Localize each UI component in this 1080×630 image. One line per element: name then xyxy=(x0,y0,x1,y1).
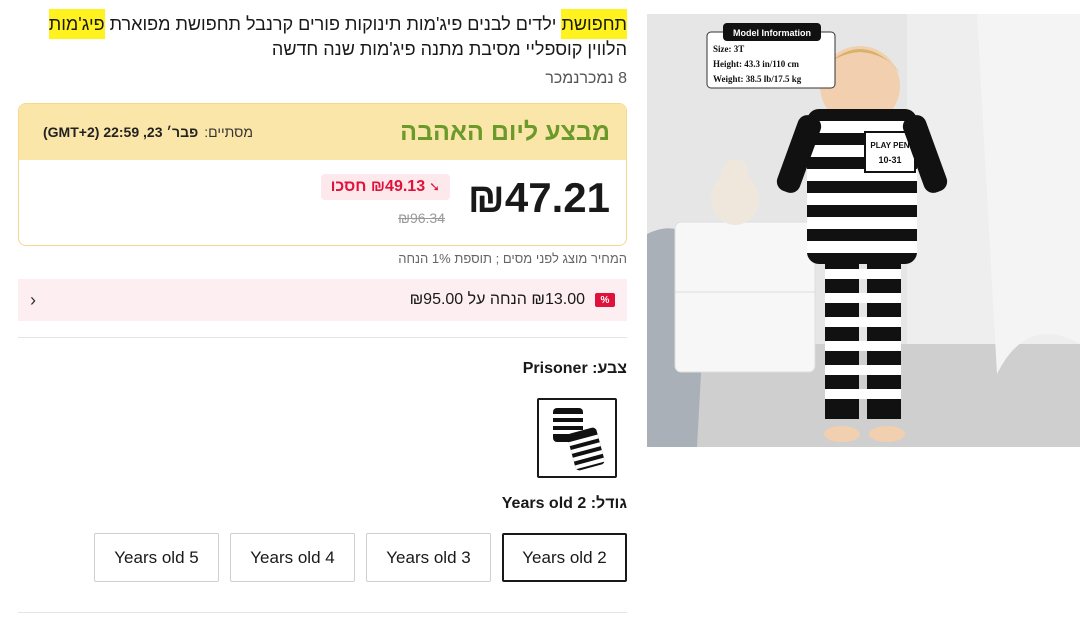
deal-ends-label: מסתיים: xyxy=(204,124,253,140)
shirt-text-line2: 10-31 xyxy=(878,155,901,165)
coupon-row[interactable]: % ₪13.00 הנחה על ₪95.00 ‹ xyxy=(18,279,627,321)
size-option-3[interactable]: Years old 3 xyxy=(366,533,491,582)
deal-price-area: ₪47.21 ➘ ₪49.13 חסכו ₪96.34 xyxy=(19,160,626,245)
chevron-left-icon[interactable]: ‹ xyxy=(30,290,36,311)
savings-text: ₪49.13 חסכו xyxy=(330,178,426,195)
model-info-height: Height: 43.3 in/110 cm xyxy=(713,59,799,69)
size-options: Years old 2 Years old 3 Years old 4 Year… xyxy=(94,533,627,582)
shirt-text-line1: PLAY PEN xyxy=(870,141,909,150)
deal-box: מבצע ליום האהבה מסתיים: פבר׳ 23, 22:59 (… xyxy=(18,103,627,246)
original-price: ₪96.34 xyxy=(398,210,445,226)
size-option-2[interactable]: Years old 2 xyxy=(502,533,627,582)
model-info-size: Size: 3T xyxy=(713,44,744,54)
title-highlight-1: תחפושת xyxy=(561,9,627,39)
size-label: גודל: Years old 2 xyxy=(501,495,627,512)
coupon-icon: % xyxy=(595,293,615,307)
down-arrow-icon: ➘ xyxy=(429,179,440,194)
deal-countdown: מסתיים: פבר׳ 23, 22:59 (GMT+2) xyxy=(43,124,253,140)
title-highlight-2: פיג'מות xyxy=(48,9,105,39)
divider xyxy=(18,612,627,613)
size-option-4[interactable]: Years old 4 xyxy=(230,533,355,582)
sold-count: 8 נמכרנמכר xyxy=(545,70,627,87)
title-middle: ילדים לבנים פיג'מות תינוקות פורים קרנבל … xyxy=(104,14,562,34)
model-info-weight: Weight: 38.5 lb/17.5 kg xyxy=(713,74,802,84)
tax-note: המחיר מוצג לפני מסים ; תוספת 1% הנחה xyxy=(398,251,627,266)
current-price: ₪47.21 xyxy=(467,174,610,221)
divider xyxy=(18,337,627,338)
deal-ends-time: פבר׳ 23, 22:59 (GMT+2) xyxy=(43,124,199,140)
model-info-box: Model Information Size: 3T Height: 43.3 … xyxy=(706,23,836,89)
savings-badge: ➘ ₪49.13 חסכו xyxy=(320,174,450,200)
deal-title: מבצע ליום האהבה xyxy=(400,117,610,146)
product-main-image[interactable]: PLAY PEN 10-31 Model Information Size: 3… xyxy=(647,14,1080,447)
deal-header: מבצע ליום האהבה מסתיים: פבר׳ 23, 22:59 (… xyxy=(19,104,626,160)
color-label: צבע: Prisoner xyxy=(522,360,627,377)
model-info-title: Model Information xyxy=(733,28,811,38)
size-option-5[interactable]: Years old 5 xyxy=(94,533,219,582)
product-title: תחפושת ילדים לבנים פיג'מות תינוקות פורים… xyxy=(18,9,627,62)
coupon-text: ₪13.00 הנחה על ₪95.00 xyxy=(409,291,585,308)
color-swatch-prisoner[interactable] xyxy=(537,398,617,478)
title-rest: הלווין קוספליי מסיבת מתנה פיג'מות שנה חד… xyxy=(271,39,627,59)
